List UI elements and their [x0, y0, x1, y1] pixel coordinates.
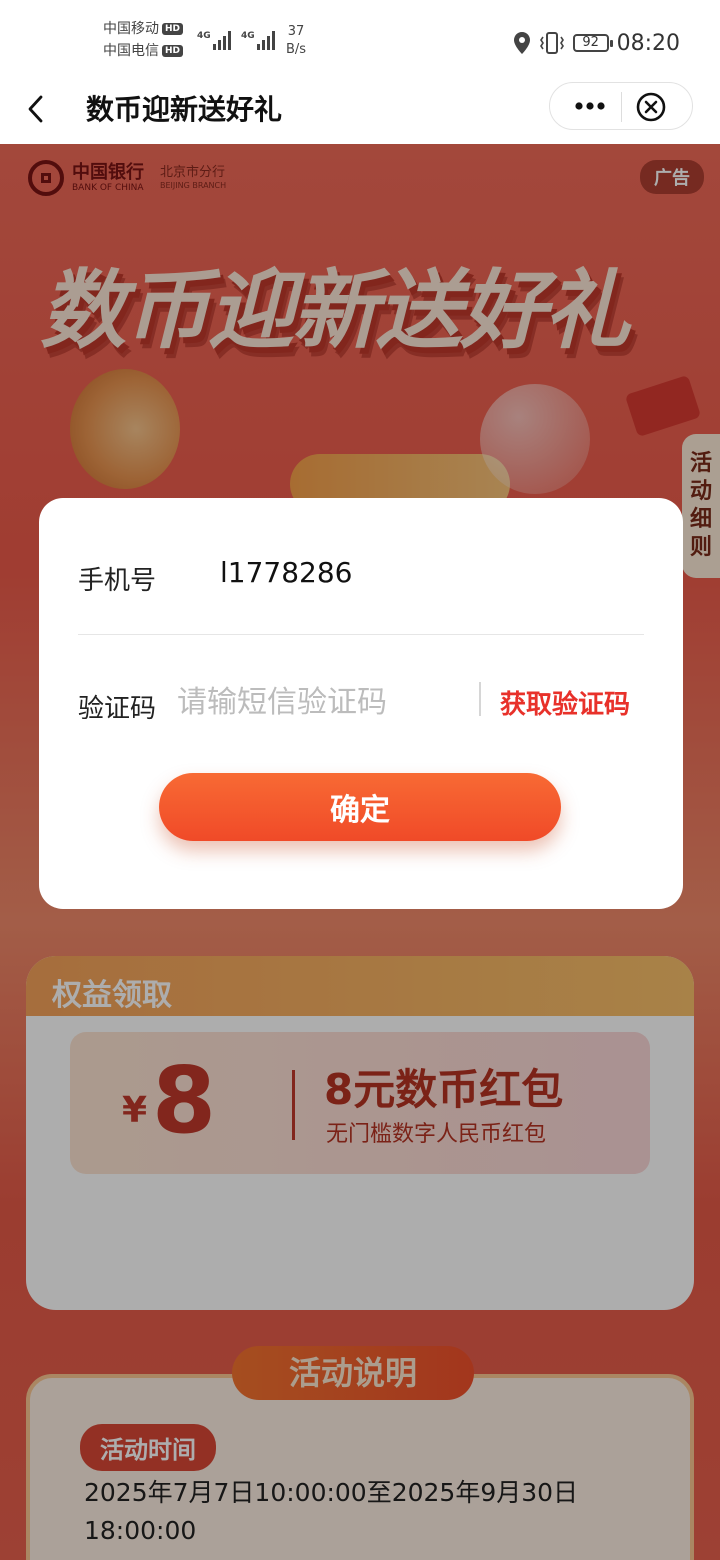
verification-dialog: 手机号 l1778286 验证码 获取验证码 确定 [39, 498, 683, 909]
carrier-1-label: 中国移动 [103, 21, 159, 37]
field-divider [78, 634, 644, 635]
capsule-divider [621, 92, 622, 122]
get-code-button[interactable]: 获取验证码 [500, 684, 630, 721]
location-icon [513, 32, 530, 54]
status-bar: 中国移动 HD 中国电信 HD 4G 4G 37 B/s 92 08:20 [0, 0, 720, 80]
network-speed: 37 B/s [286, 23, 306, 59]
verification-code-input[interactable] [177, 682, 467, 722]
carrier-info: 中国移动 HD 中国电信 HD [103, 18, 184, 62]
page-title: 数币迎新送好礼 [86, 93, 283, 126]
code-separator [479, 682, 481, 716]
system-status: 92 08:20 [513, 28, 680, 58]
svg-text:4G: 4G [197, 31, 211, 41]
signal-icon: 4G [197, 31, 231, 50]
mini-program-capsule [549, 82, 693, 130]
confirm-button[interactable]: 确定 [159, 773, 561, 841]
close-icon[interactable] [635, 91, 667, 123]
more-options-icon[interactable] [572, 93, 608, 119]
back-arrow-icon[interactable] [22, 94, 52, 124]
hd-badge: HD [162, 23, 184, 35]
code-label: 验证码 [78, 694, 157, 724]
hd-badge: HD [162, 45, 184, 57]
signal-icon: 4G [241, 31, 275, 50]
phone-field[interactable]: l1778286 [220, 556, 352, 589]
net-speed-unit: B/s [286, 42, 307, 57]
navigation-bar: 数币迎新送好礼 [0, 80, 720, 144]
vibrate-icon [539, 32, 564, 54]
clock: 08:20 [616, 30, 680, 56]
svg-text:4G: 4G [241, 31, 255, 41]
battery-icon: 92 [572, 34, 613, 52]
carrier-2-label: 中国电信 [103, 43, 159, 59]
net-speed-value: 37 [287, 24, 305, 39]
phone-label: 手机号 [78, 566, 157, 596]
